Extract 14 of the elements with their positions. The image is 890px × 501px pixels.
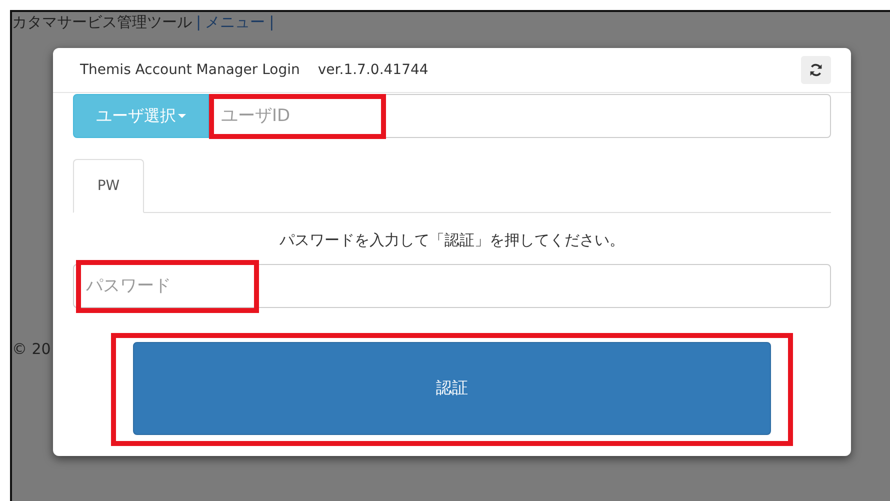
- refresh-icon: [809, 63, 823, 77]
- submit-button[interactable]: 認証: [133, 342, 771, 435]
- app-title: カタマサービス管理ツール: [12, 12, 192, 32]
- separator-text: |: [196, 12, 202, 32]
- caret-icon: [178, 114, 186, 118]
- version-text: ver.1.7.0.41744: [318, 62, 428, 78]
- password-field[interactable]: パスワード: [73, 264, 831, 308]
- pw-tab[interactable]: PW: [73, 159, 144, 213]
- dialog-title: Themis Account Manager Login: [80, 62, 300, 78]
- refresh-button[interactable]: [801, 56, 831, 84]
- instruction-text: パスワードを入力して「認証」を押してください。: [278, 230, 626, 251]
- menu-link[interactable]: メニュー: [205, 12, 266, 32]
- copyright-text: © 20: [12, 340, 51, 358]
- separator-text: |: [269, 12, 274, 32]
